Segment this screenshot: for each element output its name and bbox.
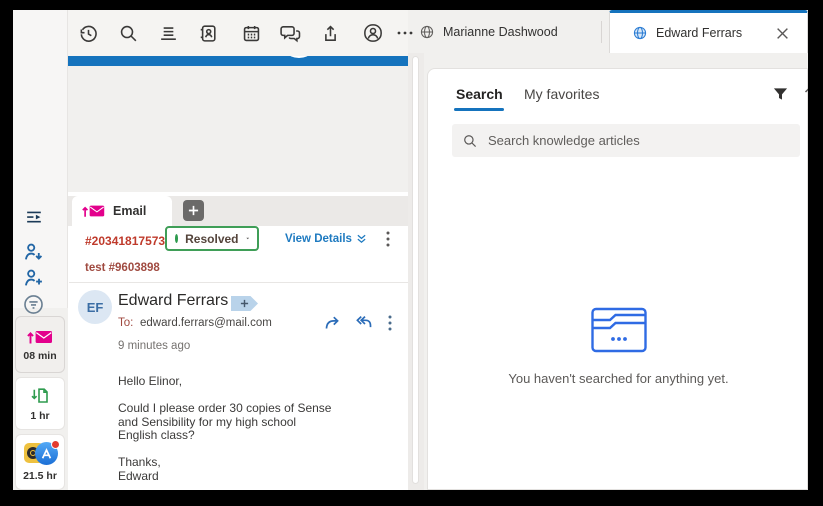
reply-all-arrow-icon bbox=[353, 314, 373, 331]
person-add-icon bbox=[22, 267, 45, 290]
active-tab-underline bbox=[454, 108, 504, 111]
arrow-up-icon bbox=[803, 85, 808, 103]
view-details-link[interactable]: View Details bbox=[285, 233, 367, 245]
app-window: Home Inbox Customer Summary Marianne Das… bbox=[13, 10, 808, 490]
scrollbar-thumb[interactable] bbox=[412, 56, 419, 484]
email-timestamp: 9 minutes ago bbox=[118, 340, 190, 352]
session-timer: 08 min bbox=[23, 350, 56, 362]
plus-icon bbox=[240, 299, 249, 308]
globe-icon bbox=[632, 25, 648, 41]
plus-icon bbox=[188, 205, 199, 216]
tab-edward-ferrars-active[interactable]: Edward Ferrars bbox=[609, 10, 808, 53]
history-clock-icon bbox=[78, 23, 99, 44]
session-timer: 21.5 hr bbox=[23, 470, 57, 482]
tab-my-favorites[interactable]: My favorites bbox=[524, 86, 599, 102]
email-tab-label: Email bbox=[113, 204, 146, 218]
session-card-apps[interactable]: 21.5 hr bbox=[15, 434, 65, 490]
list-play-icon bbox=[24, 207, 45, 228]
search-button[interactable] bbox=[116, 21, 140, 45]
chevron-down-icon bbox=[246, 235, 250, 242]
sender-avatar: EF bbox=[78, 290, 112, 324]
session-card-transfer[interactable]: 1 hr bbox=[15, 377, 65, 430]
kebab-menu-icon bbox=[388, 315, 392, 331]
forward-button[interactable] bbox=[321, 310, 345, 334]
filter-circle-icon bbox=[22, 293, 45, 316]
tab-search-label: Search bbox=[456, 86, 503, 102]
filter-sessions-button[interactable] bbox=[21, 292, 45, 316]
chat-bubbles-icon bbox=[279, 23, 302, 44]
case-status-dropdown[interactable]: Resolved bbox=[165, 226, 259, 251]
person-arrow-down-icon bbox=[22, 241, 45, 264]
history-button[interactable] bbox=[76, 21, 100, 45]
email-up-icon bbox=[27, 328, 54, 346]
divider bbox=[69, 282, 408, 283]
globe-icon bbox=[419, 24, 435, 40]
email-more-button[interactable] bbox=[379, 312, 401, 334]
person-circle-icon bbox=[362, 22, 384, 44]
app-icons-cluster bbox=[22, 442, 58, 466]
notification-dot bbox=[51, 440, 60, 449]
tab-my-favorites-label: My favorites bbox=[524, 86, 599, 102]
address-book-icon bbox=[198, 23, 219, 44]
app-store-icon bbox=[35, 442, 58, 465]
knowledge-search-card: Search My favorites You haven't bbox=[427, 68, 808, 490]
filter-funnel-icon bbox=[772, 86, 789, 102]
session-card-email[interactable]: 08 min bbox=[15, 316, 65, 373]
knowledge-search-field[interactable] bbox=[452, 124, 800, 157]
sender-name: Edward Ferrars bbox=[118, 292, 228, 310]
tab-marianne-dashwood[interactable]: Marianne Dashwood bbox=[405, 10, 572, 53]
empty-state-illustration bbox=[590, 306, 648, 354]
close-tab-button[interactable] bbox=[771, 22, 793, 44]
to-address: edward.ferrars@mail.com bbox=[140, 317, 272, 329]
session-timer: 1 hr bbox=[30, 410, 49, 422]
customer-pull-button[interactable] bbox=[21, 240, 45, 264]
more-tools-button[interactable] bbox=[393, 21, 417, 45]
case-more-button[interactable] bbox=[377, 228, 399, 250]
kebab-menu-icon bbox=[386, 231, 390, 247]
double-chevron-down-icon bbox=[356, 234, 367, 244]
filter-button[interactable] bbox=[768, 82, 792, 106]
profile-button[interactable] bbox=[361, 21, 385, 45]
email-up-icon bbox=[82, 203, 106, 219]
add-customer-button[interactable] bbox=[21, 266, 45, 290]
close-icon bbox=[776, 27, 789, 40]
share-icon bbox=[320, 23, 341, 44]
search-icon bbox=[462, 133, 478, 149]
reply-all-button[interactable] bbox=[351, 310, 375, 334]
to-label: To: bbox=[118, 317, 133, 329]
screenshot-frame: Home Inbox Customer Summary Marianne Das… bbox=[0, 0, 823, 506]
session-toolbar bbox=[13, 10, 408, 56]
email-body: Hello Elinor, Could I please order 30 co… bbox=[118, 375, 368, 483]
conversations-button[interactable] bbox=[278, 21, 302, 45]
search-input[interactable] bbox=[486, 132, 790, 149]
session-overview-button[interactable] bbox=[22, 205, 46, 229]
more-ellipsis-icon bbox=[396, 24, 414, 42]
view-details-label: View Details bbox=[285, 233, 352, 245]
tab-divider bbox=[601, 21, 602, 43]
queue-list-button[interactable] bbox=[156, 21, 180, 45]
calendar-icon bbox=[241, 23, 262, 44]
sort-ascending-button[interactable] bbox=[800, 82, 808, 106]
tab-label: Marianne Dashwood bbox=[443, 25, 558, 39]
status-label: Resolved bbox=[185, 232, 238, 246]
sender-initials: EF bbox=[87, 300, 104, 315]
contacts-button[interactable] bbox=[196, 21, 220, 45]
add-tab-button[interactable] bbox=[183, 200, 204, 221]
document-down-icon bbox=[30, 386, 50, 406]
folder-icon bbox=[590, 306, 648, 354]
calendar-button[interactable] bbox=[239, 21, 263, 45]
tab-search[interactable]: Search bbox=[456, 86, 503, 102]
empty-state-text: You haven't searched for anything yet. bbox=[428, 371, 808, 386]
list-icon bbox=[158, 23, 179, 44]
case-subject: test #9603898 bbox=[85, 262, 160, 274]
forward-arrow-icon bbox=[324, 314, 343, 331]
status-dot bbox=[175, 234, 178, 243]
tab-label: Edward Ferrars bbox=[656, 26, 763, 40]
share-button[interactable] bbox=[318, 21, 342, 45]
search-icon bbox=[118, 23, 139, 44]
email-app-tab[interactable]: Email bbox=[72, 196, 172, 226]
